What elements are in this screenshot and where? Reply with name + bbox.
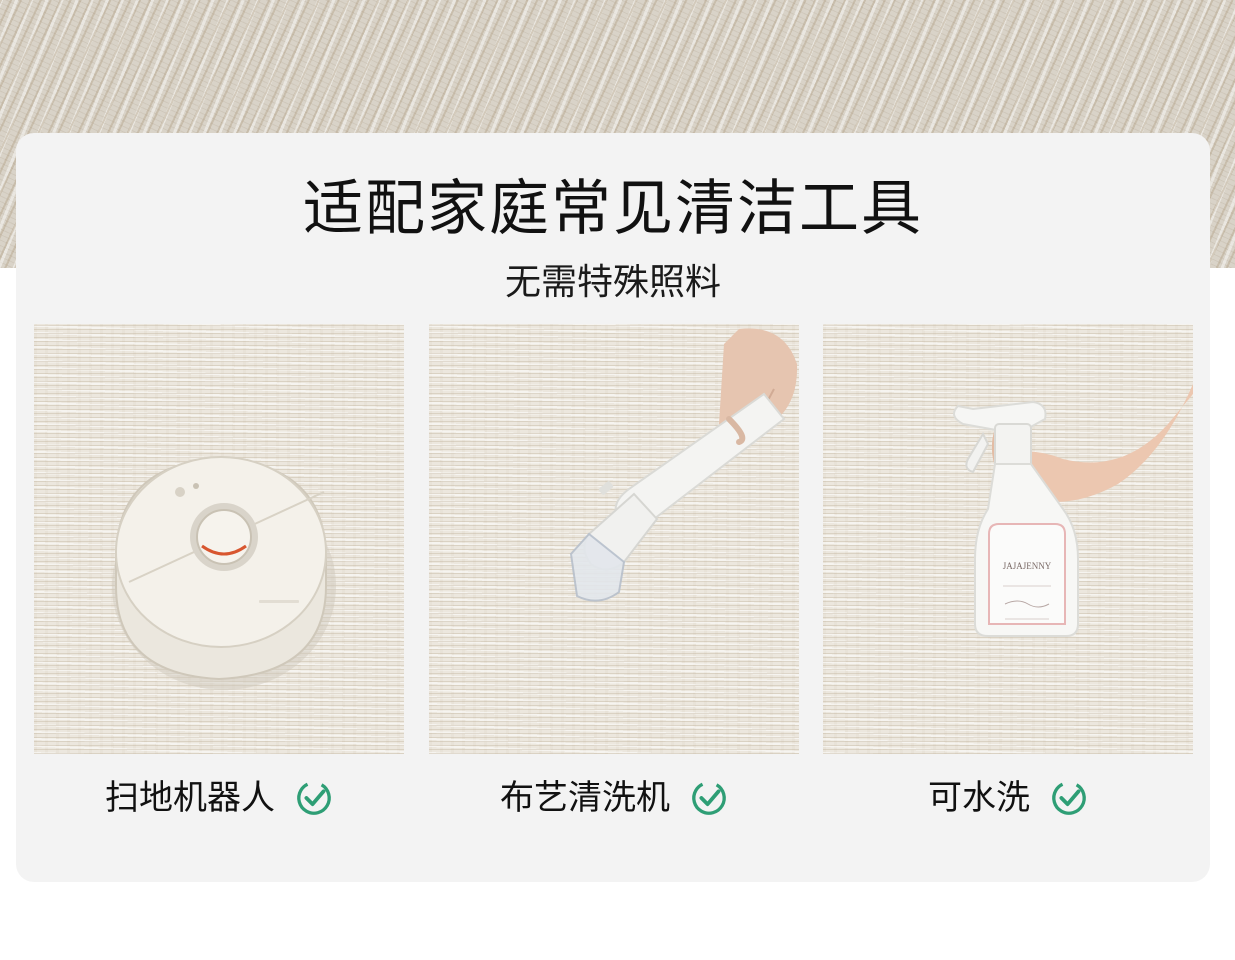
robot-vacuum-photo [34, 324, 404, 754]
fabric-cleaner-photo [429, 324, 799, 754]
robot-vacuum-illustration [112, 456, 336, 690]
check-circle-icon [1052, 781, 1086, 815]
tool-label: 扫地机器人 [105, 778, 275, 818]
fabric-cleaner-label-row: 布艺清洗机 [429, 773, 799, 823]
tool-label: 可水洗 [928, 778, 1030, 818]
page-title: 适配家庭常见清洁工具 [303, 174, 923, 244]
spray-bottle-photo: JAJAJENNY [823, 324, 1193, 754]
tool-label: 布艺清洗机 [500, 778, 670, 818]
check-circle-icon [297, 781, 331, 815]
robot-vacuum-label-row: 扫地机器人 [34, 773, 404, 823]
feature-card: 适配家庭常见清洁工具 无需特殊照料 JAJAJENNY 扫地机器人 布艺清洗机 … [16, 133, 1210, 882]
page-subtitle: 无需特殊照料 [504, 262, 721, 303]
bottle-brand-label: JAJAJENNY [1003, 561, 1052, 571]
washable-label-row: 可水洗 [823, 773, 1193, 823]
check-circle-icon [692, 781, 726, 815]
fabric-cleaner-illustration [569, 328, 798, 602]
spray-bottle-illustration: JAJAJENNY [953, 384, 1193, 637]
